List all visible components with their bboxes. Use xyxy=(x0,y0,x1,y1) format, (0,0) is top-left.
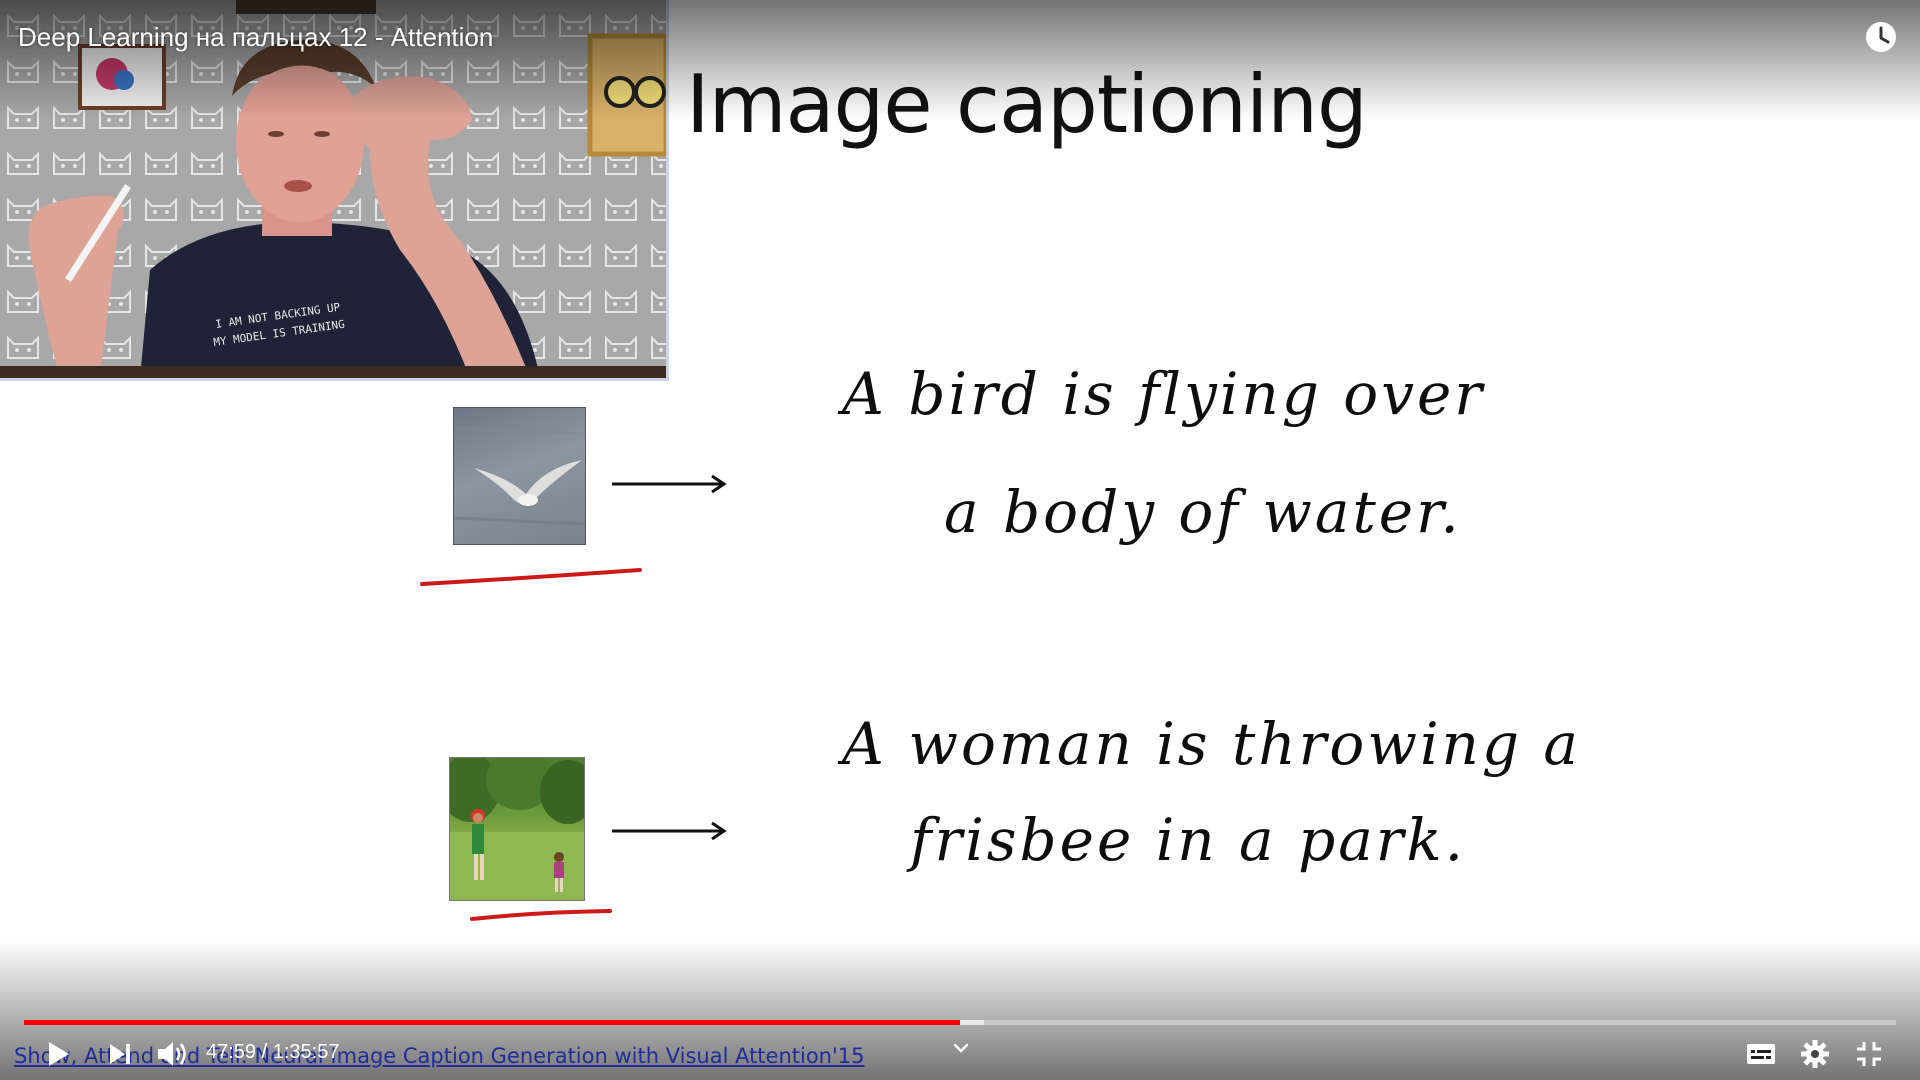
red-underline-1 xyxy=(418,564,644,593)
bird-photo xyxy=(453,407,586,545)
settings-button[interactable] xyxy=(1800,1039,1830,1069)
exit-fullscreen-button[interactable] xyxy=(1854,1039,1884,1069)
citation-link[interactable]: Show, Attend and Tell: Neural Image Capt… xyxy=(14,1044,865,1068)
red-underline-2 xyxy=(468,904,614,929)
progress-bar[interactable] xyxy=(24,1020,1896,1025)
caption-2-line-2: frisbee in a park. xyxy=(910,806,1467,874)
exit-fullscreen-icon xyxy=(1857,1042,1881,1066)
play-button[interactable] xyxy=(42,1038,74,1070)
slide-title: Image captioning xyxy=(686,58,1368,151)
duration: 1:35:57 xyxy=(272,1041,340,1063)
caption-1-line-1: A bird is flying over xyxy=(842,360,1486,428)
next-button[interactable] xyxy=(106,1040,134,1068)
progress-played xyxy=(24,1020,960,1025)
next-icon xyxy=(110,1044,130,1064)
time-separator: / xyxy=(256,1041,273,1063)
play-icon xyxy=(49,1042,69,1066)
park-photo xyxy=(449,757,585,901)
arrow-2 xyxy=(612,819,730,848)
current-time: 47:59 xyxy=(206,1041,257,1063)
caption-1-line-2: a body of water. xyxy=(944,478,1462,546)
chapters-button[interactable] xyxy=(950,1040,972,1056)
gear-icon xyxy=(1801,1040,1829,1068)
time-display: 47:59 / 1:35:57 xyxy=(206,1041,339,1064)
volume-icon xyxy=(158,1042,186,1066)
subtitles-button[interactable] xyxy=(1746,1040,1776,1068)
mute-button[interactable] xyxy=(156,1038,190,1070)
caption-2-line-1: A woman is throwing a xyxy=(842,710,1582,778)
presenter-webcam: I AM NOT BACKING UP MY MODEL IS TRAINING xyxy=(0,0,669,381)
clock-icon xyxy=(1866,22,1896,52)
captions-icon xyxy=(1747,1044,1775,1064)
arrow-1 xyxy=(612,472,730,501)
video-player[interactable]: Image captioning A bird is flying over a… xyxy=(0,0,1920,1080)
watch-later-button[interactable] xyxy=(1864,20,1898,54)
chevron-down-icon xyxy=(953,1043,969,1053)
video-title[interactable]: Deep Learning на пальцах 12 - Attention xyxy=(18,22,493,53)
